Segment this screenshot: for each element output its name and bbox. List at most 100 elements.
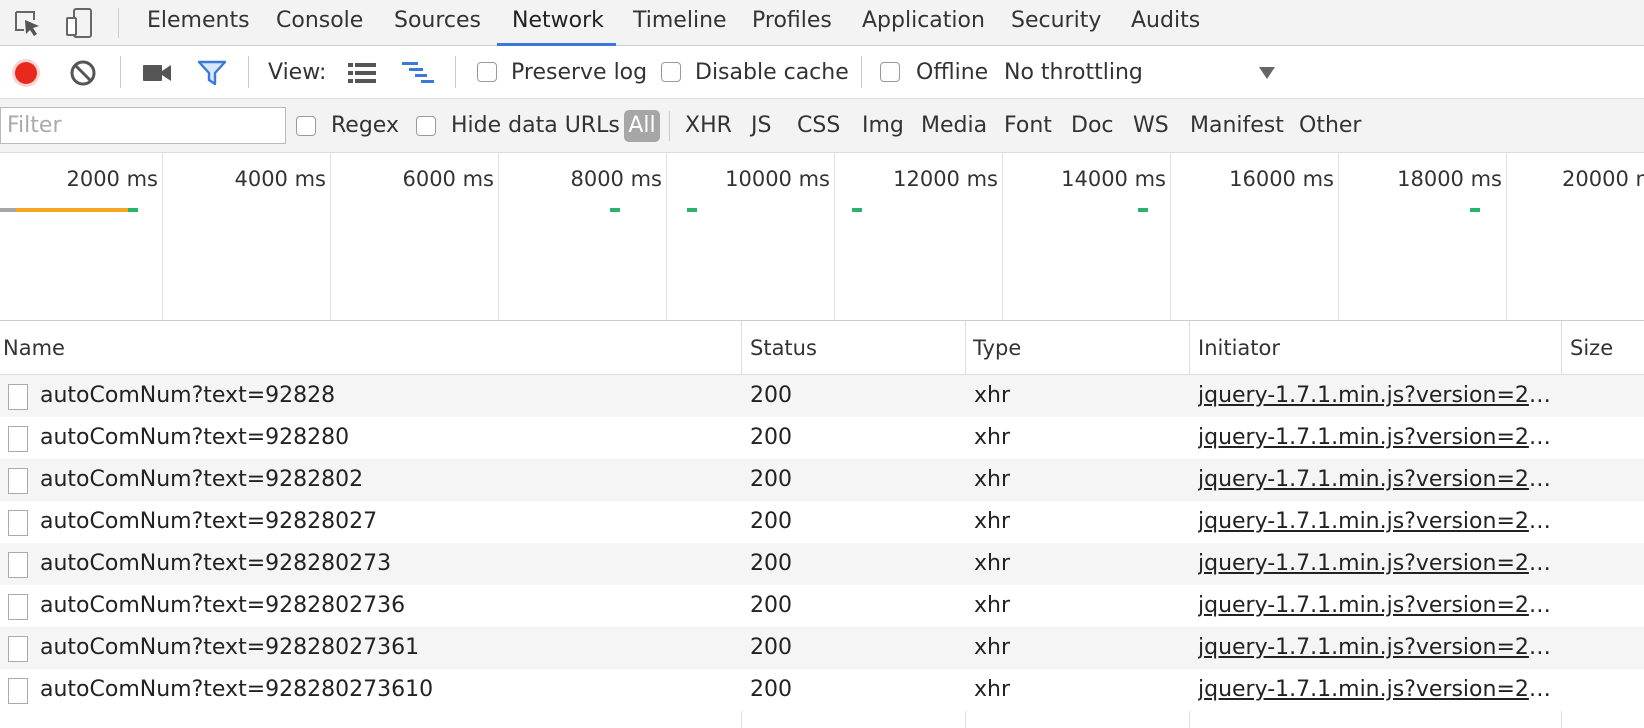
timeline-gridline (834, 153, 835, 320)
tick-label: 16000 ms (1229, 167, 1334, 191)
column-header-initiator[interactable]: Initiator (1195, 321, 1563, 375)
filter-input[interactable] (0, 107, 286, 144)
table-row[interactable]: autoComNum?text=928280273 200 xhr jquery… (0, 543, 1644, 585)
table-row[interactable]: autoComNum?text=92828 200 xhr jquery-1.7… (0, 375, 1644, 417)
tab-elements[interactable]: Elements (147, 0, 250, 45)
filter-type-all[interactable]: All (624, 110, 660, 142)
overview-toggle-button[interactable] (400, 58, 436, 88)
tick-label: 6000 ms (402, 167, 494, 191)
table-row[interactable]: autoComNum?text=92828027 200 xhr jquery-… (0, 501, 1644, 543)
table-row[interactable]: autoComNum?text=9282802 200 xhr jquery-1… (0, 459, 1644, 501)
request-name[interactable]: autoComNum?text=92828027 (40, 501, 730, 543)
request-initiator-link[interactable]: jquery-1.7.1.min.js?version=2016… (1198, 375, 1552, 417)
timeline-gridline (330, 153, 331, 320)
tab-sources[interactable]: Sources (394, 0, 481, 45)
request-name[interactable]: autoComNum?text=9282802736 (40, 585, 730, 627)
tick-label: 8000 ms (570, 167, 662, 191)
request-status: 200 (750, 677, 792, 702)
table-row[interactable]: autoComNum?text=92828027361 200 xhr jque… (0, 627, 1644, 669)
network-overview[interactable]: 2000 ms 4000 ms 6000 ms 8000 ms 10000 ms… (0, 153, 1644, 321)
request-initiator-link[interactable]: jquery-1.7.1.min.js?version=2016… (1198, 543, 1552, 585)
file-icon (8, 552, 28, 578)
request-name[interactable]: autoComNum?text=928280273 (40, 543, 730, 585)
requests-table-body: autoComNum?text=92828 200 xhr jquery-1.7… (0, 375, 1644, 711)
filter-type-font[interactable]: Font (1004, 99, 1052, 153)
regex-label: Regex (331, 113, 399, 138)
timeline-gridline (162, 153, 163, 320)
request-initiator-link[interactable]: jquery-1.7.1.min.js?version=2016… (1198, 585, 1552, 627)
filter-type-img[interactable]: Img (862, 99, 904, 153)
timeline-bar-queued (0, 208, 16, 212)
tab-profiles[interactable]: Profiles (752, 0, 832, 45)
inspect-element-icon[interactable] (10, 0, 44, 45)
request-initiator-link[interactable]: jquery-1.7.1.min.js?version=2016… (1198, 417, 1552, 459)
request-name[interactable]: autoComNum?text=92828027361 (40, 627, 730, 669)
request-initiator-link[interactable]: jquery-1.7.1.min.js?version=2016… (1198, 627, 1552, 669)
table-row[interactable]: autoComNum?text=9282802736 200 xhr jquer… (0, 585, 1644, 627)
timeline-bar-download (687, 208, 697, 212)
file-icon (8, 384, 28, 410)
request-name[interactable]: autoComNum?text=928280273610 (40, 669, 730, 711)
request-status: 200 (750, 551, 792, 576)
filter-funnel-icon (197, 60, 227, 86)
filter-type-other[interactable]: Other (1299, 99, 1361, 153)
tab-audits[interactable]: Audits (1131, 0, 1200, 45)
request-status: 200 (750, 383, 792, 408)
column-header-name[interactable]: Name (0, 321, 740, 375)
disable-cache-checkbox[interactable] (661, 62, 681, 82)
request-type: xhr (974, 467, 1011, 492)
request-type: xhr (974, 677, 1011, 702)
request-name[interactable]: autoComNum?text=928280 (40, 417, 730, 459)
tab-security[interactable]: Security (1011, 0, 1101, 45)
tick-label: 10000 ms (725, 167, 830, 191)
request-type: xhr (974, 593, 1011, 618)
capture-screenshots-button[interactable] (140, 56, 174, 90)
table-row[interactable]: autoComNum?text=928280 200 xhr jquery-1.… (0, 417, 1644, 459)
request-status: 200 (750, 635, 792, 660)
filter-type-css[interactable]: CSS (797, 99, 840, 153)
toolbar-separator (861, 56, 862, 88)
column-header-size[interactable]: Size (1567, 321, 1644, 375)
filter-type-js[interactable]: JS (751, 99, 771, 153)
throttling-select[interactable]: No throttling (1004, 46, 1274, 99)
request-name[interactable]: autoComNum?text=9282802 (40, 459, 730, 501)
preserve-log-checkbox[interactable] (477, 62, 497, 82)
request-status: 200 (750, 509, 792, 534)
file-icon (8, 594, 28, 620)
list-view-icon (348, 63, 376, 83)
throttling-dropdown[interactable] (1256, 62, 1278, 84)
record-button[interactable] (8, 56, 44, 90)
timeline-bar-waiting (16, 208, 128, 212)
request-type: xhr (974, 383, 1011, 408)
large-rows-button[interactable] (346, 58, 378, 88)
hide-data-urls-checkbox[interactable] (416, 116, 436, 136)
column-header-status[interactable]: Status (747, 321, 965, 375)
offline-checkbox[interactable] (880, 62, 900, 82)
timeline-gridline (1002, 153, 1003, 320)
request-initiator-link[interactable]: jquery-1.7.1.min.js?version=2016… (1198, 669, 1552, 711)
device-toolbar-icon[interactable] (62, 0, 96, 45)
filter-type-media[interactable]: Media (921, 99, 987, 153)
filter-type-manifest[interactable]: Manifest (1190, 99, 1284, 153)
tab-application[interactable]: Application (862, 0, 985, 45)
regex-checkbox[interactable] (296, 116, 316, 136)
tab-bar-separator (118, 8, 119, 38)
offline-label: Offline (916, 60, 989, 85)
tab-timeline[interactable]: Timeline (633, 0, 727, 45)
request-name[interactable]: autoComNum?text=92828 (40, 375, 730, 417)
tab-console[interactable]: Console (276, 0, 363, 45)
column-header-type[interactable]: Type (970, 321, 1188, 375)
request-initiator-link[interactable]: jquery-1.7.1.min.js?version=2016… (1198, 501, 1552, 543)
request-initiator-link[interactable]: jquery-1.7.1.min.js?version=2016… (1198, 459, 1552, 501)
clear-button[interactable] (66, 56, 100, 90)
table-row[interactable]: autoComNum?text=928280273610 200 xhr jqu… (0, 669, 1644, 711)
clear-icon (70, 60, 96, 86)
filter-type-ws[interactable]: WS (1133, 99, 1169, 153)
toolbar-separator (248, 56, 249, 88)
filter-toggle-button[interactable] (194, 56, 230, 90)
tab-network[interactable]: Network (497, 0, 616, 46)
filter-bar-separator (669, 111, 670, 141)
filter-type-doc[interactable]: Doc (1071, 99, 1114, 153)
requests-table-header: Name Status Type Initiator Size (0, 321, 1644, 375)
filter-type-xhr[interactable]: XHR (685, 99, 732, 153)
